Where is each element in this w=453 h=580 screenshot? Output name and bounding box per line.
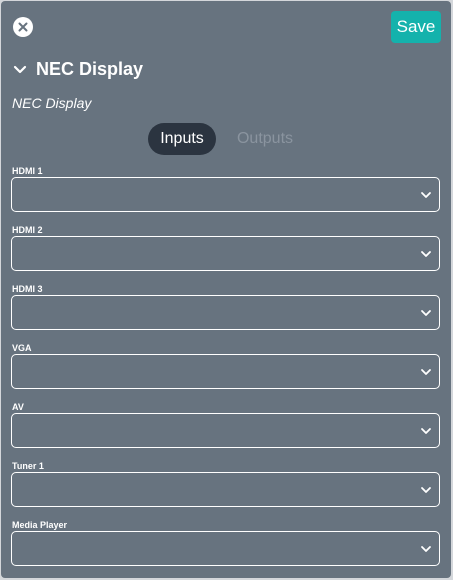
av-select[interactable] xyxy=(11,413,440,448)
chevron-down-icon xyxy=(13,65,27,73)
chevron-down-icon xyxy=(421,546,431,552)
save-button[interactable]: Save xyxy=(391,11,441,43)
chevron-down-icon xyxy=(421,487,431,493)
vga-select[interactable] xyxy=(11,354,440,389)
field-label-hdmi-1: HDMI 1 xyxy=(12,166,43,176)
tab-outputs[interactable]: Outputs xyxy=(227,123,303,155)
field-label-av: AV xyxy=(12,402,24,412)
media-player-select[interactable] xyxy=(11,531,440,566)
device-config-panel: Save NEC Display NEC Display Inputs Outp… xyxy=(1,1,451,578)
chevron-down-icon xyxy=(421,251,431,257)
section-title: NEC Display xyxy=(36,59,144,79)
field-label-hdmi-2: HDMI 2 xyxy=(12,225,43,235)
chevron-down-icon xyxy=(421,310,431,316)
close-icon[interactable] xyxy=(13,17,33,37)
field-label-media-player: Media Player xyxy=(12,520,68,530)
tab-inputs[interactable]: Inputs xyxy=(148,123,216,155)
section-toggle[interactable]: NEC Display xyxy=(12,59,143,80)
chevron-down-icon xyxy=(421,428,431,434)
hdmi-2-select[interactable] xyxy=(11,236,440,271)
tuner-1-select[interactable] xyxy=(11,472,440,507)
field-label-tuner-1: Tuner 1 xyxy=(12,461,44,471)
hdmi-1-select[interactable] xyxy=(11,177,440,212)
chevron-down-icon xyxy=(421,192,431,198)
field-label-vga: VGA xyxy=(12,343,32,353)
field-label-hdmi-3: HDMI 3 xyxy=(12,284,43,294)
hdmi-3-select[interactable] xyxy=(11,295,440,330)
device-subtitle: NEC Display xyxy=(12,95,92,111)
chevron-down-icon xyxy=(421,369,431,375)
